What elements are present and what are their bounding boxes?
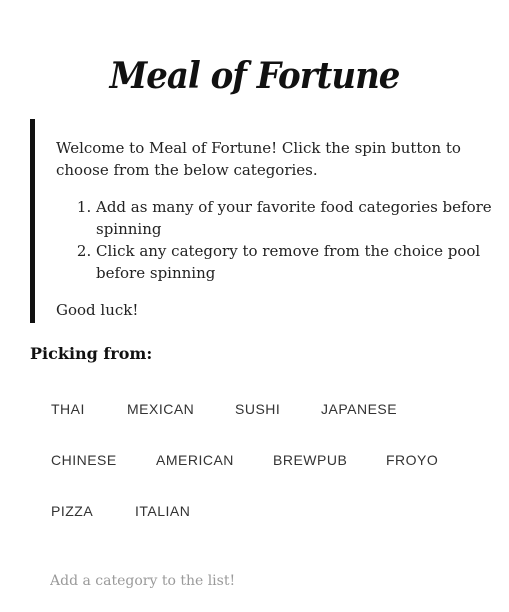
category-chip-thai[interactable]: THAI — [51, 397, 85, 421]
instruction-item: Add as many of your favorite food catego… — [96, 196, 509, 240]
category-chip-brewpub[interactable]: BREWPUB — [273, 448, 347, 472]
intro-blockquote: Welcome to Meal of Fortune! Click the sp… — [30, 119, 492, 323]
app-title: Meal of Fortune — [109, 54, 401, 98]
category-chip-italian[interactable]: ITALIAN — [135, 499, 190, 523]
category-chip-chinese[interactable]: CHINESE — [51, 448, 117, 472]
welcome-text: Welcome to Meal of Fortune! Click the sp… — [56, 139, 461, 179]
instruction-item: Click any category to remove from the ch… — [96, 240, 509, 284]
category-chip-japanese[interactable]: JAPANESE — [321, 397, 397, 421]
good-luck-text: Good luck! — [56, 301, 139, 319]
category-chip-pizza[interactable]: PIZZA — [51, 499, 93, 523]
category-chip-froyo[interactable]: FROYO — [386, 448, 438, 472]
page: Meal of Fortune Welcome to Meal of Fortu… — [0, 0, 509, 612]
picking-from-heading: Picking from: — [30, 344, 153, 363]
category-chip-mexican[interactable]: MEXICAN — [127, 397, 194, 421]
instructions-list: Add as many of your favorite food catego… — [56, 196, 509, 284]
category-chip-sushi[interactable]: SUSHI — [235, 397, 280, 421]
category-chip-american[interactable]: AMERICAN — [156, 448, 234, 472]
add-category-input[interactable] — [30, 566, 470, 596]
